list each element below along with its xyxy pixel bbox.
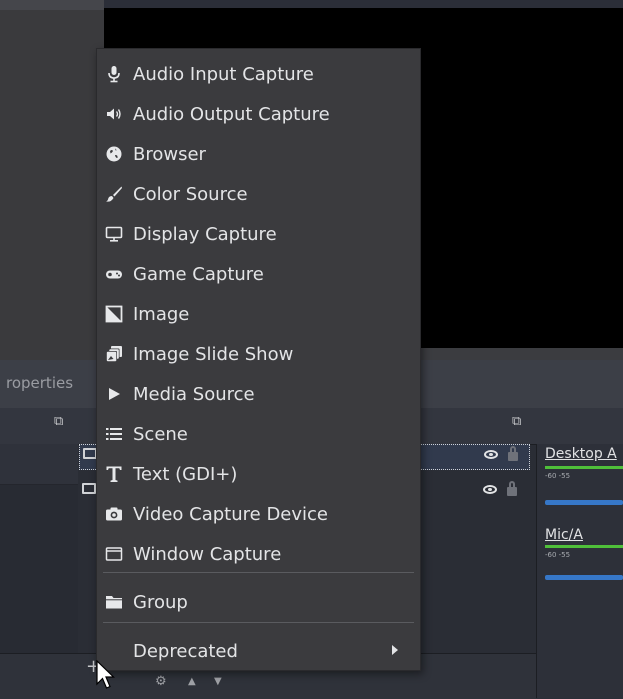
menu-item-label: Video Capture Device — [133, 504, 329, 525]
paintbrush-icon — [106, 186, 122, 202]
undock-icon[interactable]: ⧉ — [54, 414, 63, 429]
gamepad-icon — [106, 270, 122, 279]
menu-item-game-capture[interactable]: Game Capture — [97, 254, 420, 292]
menu-item-image-slide-show[interactable]: Image Slide Show — [97, 334, 420, 372]
scene-list-item[interactable] — [0, 444, 78, 485]
scenes-dock-header — [0, 408, 78, 445]
speaker-icon — [107, 108, 121, 120]
monitor-icon — [105, 226, 123, 242]
menu-item-window-capture[interactable]: Window Capture — [97, 534, 420, 572]
mic-audio-volume-slider[interactable] — [545, 575, 623, 580]
meter-tick-labels: -60 -55 — [545, 551, 571, 559]
move-down-icon[interactable]: ▼ — [214, 676, 222, 687]
menu-item-display-capture[interactable]: Display Capture — [97, 214, 420, 252]
menu-item-label: Group — [133, 592, 188, 613]
folder-icon — [106, 596, 122, 609]
menu-item-label: Media Source — [133, 384, 255, 405]
menu-separator — [103, 622, 414, 623]
add-source-menu: Audio Input Capture Audio Output Capture… — [96, 48, 421, 671]
monitor-icon — [83, 448, 97, 459]
menu-item-audio-output-capture[interactable]: Audio Output Capture — [97, 94, 420, 132]
gear-icon[interactable]: ⚙ — [155, 674, 167, 689]
camera-icon — [106, 507, 122, 521]
image-icon — [105, 305, 123, 323]
mouse-cursor-icon — [96, 660, 115, 689]
microphone-icon — [108, 66, 120, 83]
left-panel-header — [0, 0, 104, 10]
menu-item-label: Window Capture — [133, 544, 282, 565]
desktop-audio-volume-slider[interactable] — [545, 500, 623, 505]
move-up-icon[interactable]: ▲ — [188, 676, 196, 687]
menu-item-label: Display Capture — [133, 224, 277, 245]
menu-item-label: Text (GDI+) — [133, 464, 238, 485]
menu-item-color-source[interactable]: Color Source — [97, 174, 420, 212]
submenu-arrow-icon — [392, 645, 398, 655]
menu-item-label: Audio Input Capture — [133, 64, 314, 85]
desktop-audio-label: Desktop A — [545, 446, 617, 462]
menu-item-group[interactable]: Group — [97, 582, 420, 620]
menu-item-browser[interactable]: Browser — [97, 134, 420, 172]
menu-item-label: Scene — [133, 424, 188, 445]
list-icon — [106, 428, 122, 440]
mic-audio-label: Mic/A — [545, 527, 583, 543]
desktop-audio-meter — [545, 466, 623, 469]
meter-tick-labels: -60 -55 — [545, 472, 571, 480]
menu-item-audio-input-capture[interactable]: Audio Input Capture — [97, 54, 420, 92]
menu-item-label: Image — [133, 304, 190, 325]
audio-mixer-header — [536, 408, 623, 444]
visibility-eye-icon[interactable] — [483, 485, 497, 494]
menu-item-deprecated[interactable]: Deprecated — [97, 631, 420, 669]
menu-item-label: Image Slide Show — [133, 344, 294, 365]
left-panel — [0, 0, 104, 360]
visibility-eye-icon[interactable] — [484, 450, 498, 459]
lock-icon[interactable] — [508, 446, 518, 461]
menu-item-label: Color Source — [133, 184, 248, 205]
window-icon — [105, 547, 123, 561]
slideshow-icon — [106, 346, 122, 362]
menu-item-text-gdi[interactable]: Text (GDI+) — [97, 454, 420, 492]
menu-item-video-capture-device[interactable]: Video Capture Device — [97, 494, 420, 532]
menu-item-label: Game Capture — [133, 264, 264, 285]
lock-icon[interactable] — [507, 481, 517, 496]
menu-item-media-source[interactable]: Media Source — [97, 374, 420, 412]
globe-icon — [106, 146, 122, 162]
text-icon — [106, 466, 122, 482]
properties-label: roperties — [6, 374, 74, 392]
menu-item-scene[interactable]: Scene — [97, 414, 420, 452]
mic-audio-meter — [545, 545, 623, 548]
menu-item-image[interactable]: Image — [97, 294, 420, 332]
menu-item-label: Deprecated — [133, 641, 238, 662]
menu-separator — [103, 572, 414, 573]
play-icon — [109, 388, 120, 400]
menu-item-label: Audio Output Capture — [133, 104, 330, 125]
menu-item-label: Browser — [133, 144, 206, 165]
monitor-icon — [82, 483, 96, 494]
undock-icon[interactable]: ⧉ — [512, 414, 521, 429]
